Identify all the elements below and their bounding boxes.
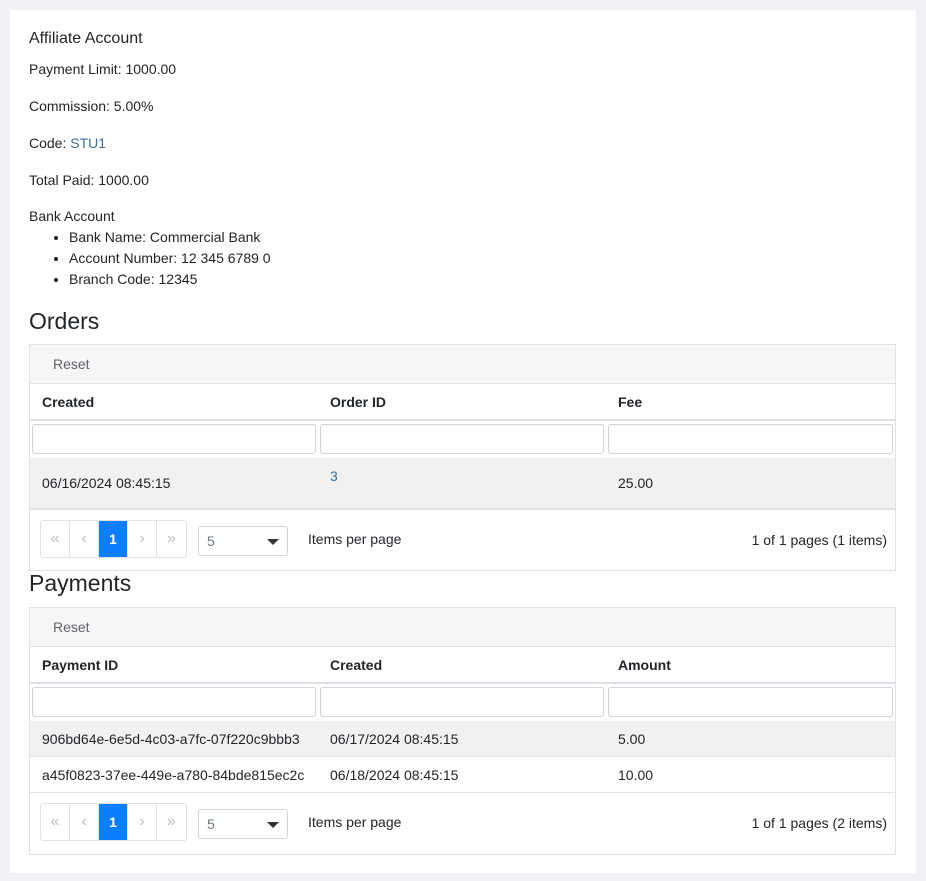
caret-down-icon (267, 539, 279, 545)
filter-created-input[interactable] (32, 424, 316, 454)
payment-limit-value: 1000.00 (125, 61, 177, 77)
total-paid-value: 1000.00 (98, 172, 149, 188)
payment-limit: Payment Limit: 1000.00 (29, 61, 176, 77)
table-row: 906bd64e-6e5d-4c03-a7fc-07f220c9bbb3 06/… (30, 721, 895, 757)
bank-name: Bank Name: Commercial Bank (69, 227, 271, 248)
cell-created: 06/16/2024 08:45:15 (42, 475, 171, 491)
items-per-page-label: Items per page (308, 531, 402, 547)
total-paid-label: Total Paid: (29, 172, 95, 188)
column-header-created[interactable]: Created (318, 647, 606, 682)
orders-grid: Reset Created Order ID Fee 06/16/2024 08… (29, 344, 896, 571)
payments-toolbar: Reset (30, 608, 895, 647)
filter-created-input[interactable] (320, 687, 604, 717)
affiliate-card: Affiliate Account Payment Limit: 1000.00… (10, 10, 916, 873)
page-1-button[interactable]: 1 (99, 521, 128, 557)
pagination: « ‹ 1 › » (40, 520, 187, 558)
caret-down-icon (267, 822, 279, 828)
column-header-order-id[interactable]: Order ID (318, 384, 606, 419)
page-size-value: 5 (207, 533, 215, 549)
pager-info: 1 of 1 pages (2 items) (751, 815, 887, 831)
payments-header-row: Payment ID Created Amount (30, 647, 895, 684)
table-row: a45f0823-37ee-449e-a780-84bde815ec2c 06/… (30, 757, 895, 793)
last-page-button[interactable]: » (157, 521, 186, 557)
orders-pager: « ‹ 1 › » 5 Items per page 1 of 1 pages … (30, 509, 895, 570)
commission: Commission: 5.00% (29, 98, 154, 114)
table-row: 06/16/2024 08:45:15 3 25.00 (30, 458, 895, 509)
code-link[interactable]: STU1 (70, 135, 106, 151)
page-size-select[interactable]: 5 (198, 526, 288, 556)
payments-pager: « ‹ 1 › » 5 Items per page 1 of 1 pages … (30, 793, 895, 854)
first-page-button[interactable]: « (41, 521, 70, 557)
payment-limit-label: Payment Limit: (29, 61, 122, 77)
commission-label: Commission: (29, 98, 110, 114)
orders-filter-row (30, 421, 895, 458)
first-page-button[interactable]: « (41, 804, 70, 840)
pager-info: 1 of 1 pages (1 items) (751, 532, 887, 548)
prev-page-button[interactable]: ‹ (70, 804, 99, 840)
cell-amount: 5.00 (618, 730, 646, 747)
orders-toolbar: Reset (30, 345, 895, 384)
pagination: « ‹ 1 › » (40, 803, 187, 841)
cell-payment-id: a45f0823-37ee-449e-a780-84bde815ec2c (42, 766, 305, 783)
cell-payment-id: 906bd64e-6e5d-4c03-a7fc-07f220c9bbb3 (42, 730, 300, 747)
orders-title: Orders (29, 308, 100, 334)
column-header-created[interactable]: Created (30, 384, 318, 419)
last-page-button[interactable]: » (157, 804, 186, 840)
payments-grid: Reset Payment ID Created Amount 906bd64e… (29, 607, 896, 855)
column-header-fee[interactable]: Fee (606, 384, 895, 419)
column-header-payment-id[interactable]: Payment ID (30, 647, 318, 682)
affiliate-title: Affiliate Account (29, 30, 143, 47)
payments-reset-button[interactable]: Reset (53, 619, 90, 635)
filter-amount-input[interactable] (608, 687, 893, 717)
code-label: Code: (29, 135, 67, 151)
orders-reset-button[interactable]: Reset (53, 356, 90, 372)
filter-order-id-input[interactable] (320, 424, 604, 454)
cell-created: 06/18/2024 08:45:15 (330, 766, 459, 783)
next-page-button[interactable]: › (128, 804, 157, 840)
cell-order-id: 3 (318, 458, 606, 508)
page-size-value: 5 (207, 816, 215, 832)
next-page-button[interactable]: › (128, 521, 157, 557)
cell-amount: 10.00 (618, 766, 654, 783)
order-id-link[interactable]: 3 (330, 468, 338, 484)
account-number: Account Number: 12 345 6789 0 (69, 248, 271, 269)
page-1-button[interactable]: 1 (99, 804, 128, 840)
payments-title: Payments (29, 570, 132, 596)
cell-created: 06/17/2024 08:45:15 (330, 730, 459, 747)
orders-header-row: Created Order ID Fee (30, 384, 895, 421)
prev-page-button[interactable]: ‹ (70, 521, 99, 557)
column-header-amount[interactable]: Amount (606, 647, 895, 682)
branch-code: Branch Code: 12345 (69, 269, 271, 290)
bank-account-title: Bank Account (29, 208, 115, 224)
total-paid: Total Paid: 1000.00 (29, 172, 149, 188)
bank-account: Bank Account Bank Name: Commercial Bank … (29, 208, 271, 290)
code: Code: STU1 (29, 135, 106, 151)
filter-payment-id-input[interactable] (32, 687, 316, 717)
bank-details-list: Bank Name: Commercial Bank Account Numbe… (29, 227, 271, 290)
cell-fee: 25.00 (618, 475, 654, 491)
page-size-select[interactable]: 5 (198, 809, 288, 839)
commission-value: 5.00% (113, 98, 154, 114)
filter-fee-input[interactable] (608, 424, 893, 454)
payments-filter-row (30, 684, 895, 721)
items-per-page-label: Items per page (308, 814, 402, 830)
